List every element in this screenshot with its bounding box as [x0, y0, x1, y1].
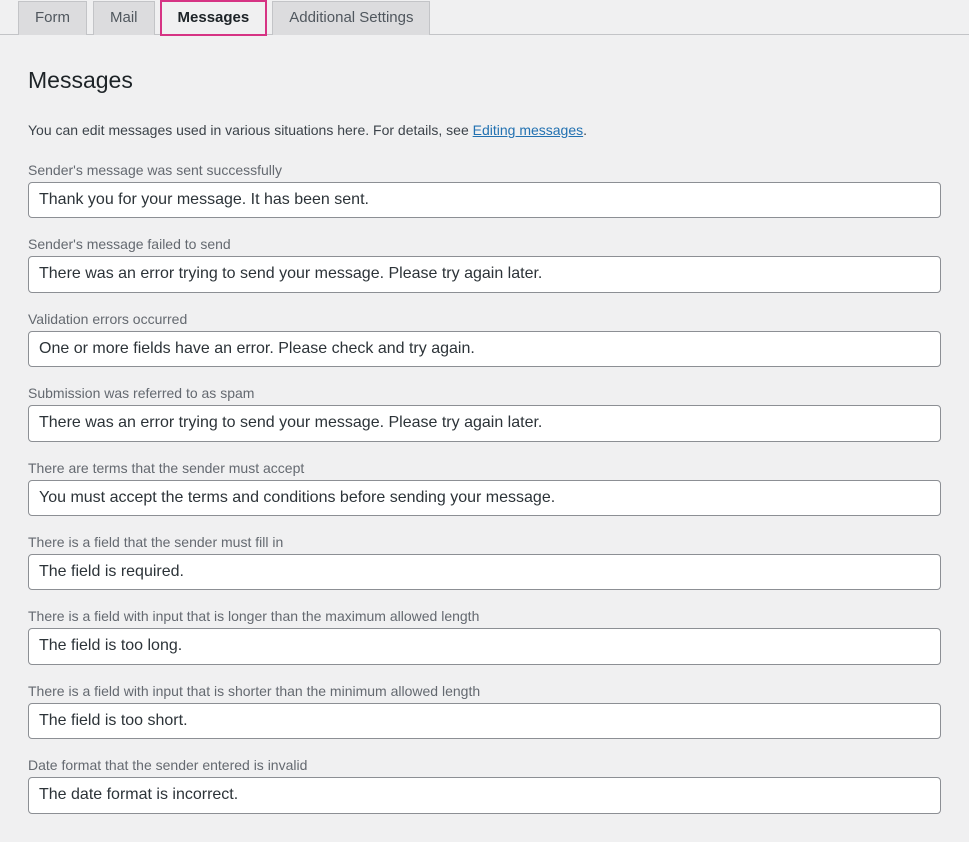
intro-text: You can edit messages used in various si…	[28, 122, 941, 138]
label-sent-ok: Sender's message was sent successfully	[28, 162, 941, 178]
label-spam: Submission was referred to as spam	[28, 385, 941, 401]
input-required[interactable]	[28, 554, 941, 590]
label-too-short: There is a field with input that is shor…	[28, 683, 941, 699]
intro-suffix: .	[583, 122, 587, 138]
label-validation-error: Validation errors occurred	[28, 311, 941, 327]
intro-prefix: You can edit messages used in various si…	[28, 122, 473, 138]
field-sent-ng: Sender's message failed to send	[28, 236, 941, 292]
tab-form[interactable]: Form	[18, 1, 87, 35]
tab-bar: Form Mail Messages Additional Settings	[0, 0, 969, 35]
input-sent-ng[interactable]	[28, 256, 941, 292]
field-too-long: There is a field with input that is long…	[28, 608, 941, 664]
field-spam: Submission was referred to as spam	[28, 385, 941, 441]
messages-panel: Messages You can edit messages used in v…	[0, 35, 969, 842]
label-sent-ng: Sender's message failed to send	[28, 236, 941, 252]
field-accept-terms: There are terms that the sender must acc…	[28, 460, 941, 516]
input-spam[interactable]	[28, 405, 941, 441]
input-date-invalid[interactable]	[28, 777, 941, 813]
input-too-long[interactable]	[28, 628, 941, 664]
tab-mail[interactable]: Mail	[93, 1, 155, 35]
tab-additional-settings[interactable]: Additional Settings	[272, 1, 430, 35]
input-accept-terms[interactable]	[28, 480, 941, 516]
input-too-short[interactable]	[28, 703, 941, 739]
page-title: Messages	[28, 67, 941, 94]
label-accept-terms: There are terms that the sender must acc…	[28, 460, 941, 476]
field-validation-error: Validation errors occurred	[28, 311, 941, 367]
field-required: There is a field that the sender must fi…	[28, 534, 941, 590]
label-date-invalid: Date format that the sender entered is i…	[28, 757, 941, 773]
field-date-invalid: Date format that the sender entered is i…	[28, 757, 941, 813]
field-sent-ok: Sender's message was sent successfully	[28, 162, 941, 218]
label-too-long: There is a field with input that is long…	[28, 608, 941, 624]
input-validation-error[interactable]	[28, 331, 941, 367]
field-too-short: There is a field with input that is shor…	[28, 683, 941, 739]
tab-messages[interactable]: Messages	[161, 1, 267, 35]
label-required: There is a field that the sender must fi…	[28, 534, 941, 550]
editing-messages-link[interactable]: Editing messages	[473, 122, 584, 138]
input-sent-ok[interactable]	[28, 182, 941, 218]
